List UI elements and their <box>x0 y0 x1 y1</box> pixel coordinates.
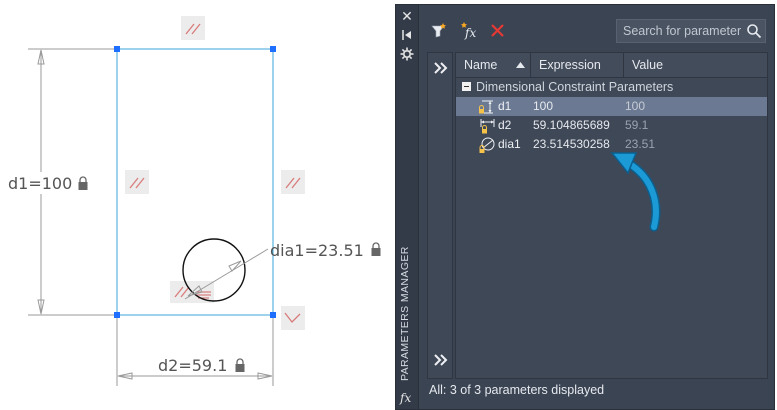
fx-icon: fx <box>400 391 412 405</box>
status-text: All: 3 of 3 parameters displayed <box>429 383 605 397</box>
new-user-parameter-icon[interactable]: fx <box>459 21 479 41</box>
sort-ascending-icon <box>516 62 525 68</box>
parallel-constraint-badge-right[interactable] <box>281 170 305 194</box>
grip-point[interactable] <box>114 46 120 52</box>
parameter-expression[interactable]: 59.104865689 <box>533 116 610 135</box>
d2-dimension-label[interactable]: d2=59.1 <box>158 356 227 375</box>
dia1-dimension-line <box>184 248 269 300</box>
palette-title: PARAMETERS MANAGER <box>399 246 411 381</box>
linear-vertical-dimension-icon <box>479 100 493 114</box>
svg-text:fx: fx <box>464 26 476 40</box>
parameter-row-dia1[interactable]: dia1 23.514530258 23.51 <box>456 135 767 154</box>
expand-filters-icon[interactable] <box>433 353 449 367</box>
parallel-constraint-badge-top[interactable] <box>181 16 205 40</box>
perpendicular-constraint-badge[interactable] <box>281 306 305 330</box>
parameters-manager-palette: ✕ PARAMETERS MANAGER fx fx Search for pa… <box>395 4 775 410</box>
pin-icon[interactable] <box>400 28 414 42</box>
parameters-grid: Name Expression Value Dimensional Constr… <box>455 52 768 379</box>
parameter-expression[interactable]: 23.514530258 <box>533 135 610 154</box>
lock-icon <box>371 242 381 256</box>
group-row-dimensional-constraints[interactable]: Dimensional Constraint Parameters <box>456 78 767 96</box>
diameter-dimension-icon <box>479 137 495 153</box>
group-label: Dimensional Constraint Parameters <box>476 80 674 94</box>
search-icon[interactable] <box>746 23 762 39</box>
grid-header: Name Expression Value <box>456 53 767 78</box>
settings-icon[interactable] <box>400 47 414 61</box>
grip-point[interactable] <box>270 312 276 318</box>
parameter-row-d1[interactable]: d1 100 100 <box>456 97 767 116</box>
parameter-name[interactable]: dia1 <box>498 135 521 154</box>
palette-title-strip[interactable]: ✕ PARAMETERS MANAGER fx <box>396 5 419 409</box>
column-header-name[interactable]: Name <box>456 53 531 77</box>
collapse-group-icon[interactable] <box>462 82 471 91</box>
parameter-value: 23.51 <box>625 137 656 151</box>
close-icon[interactable]: ✕ <box>400 9 414 23</box>
parameter-value: 59.1 <box>625 118 649 132</box>
filter-pane <box>427 52 453 379</box>
d1-dimension-label[interactable]: d1=100 <box>8 174 72 193</box>
column-header-value[interactable]: Value <box>624 53 769 77</box>
parameter-name[interactable]: d2 <box>498 116 511 135</box>
parameter-expression[interactable]: 100 <box>533 97 553 116</box>
search-input[interactable] <box>617 20 745 42</box>
column-header-expression[interactable]: Expression <box>531 53 624 77</box>
parameter-name[interactable]: d1 <box>498 97 511 116</box>
dia1-dimension-label[interactable]: dia1=23.51 <box>270 241 364 260</box>
delete-icon[interactable] <box>488 21 508 41</box>
parameter-value: 100 <box>625 99 646 113</box>
filter-icon[interactable] <box>430 21 450 41</box>
grip-point[interactable] <box>114 312 120 318</box>
grip-point[interactable] <box>270 46 276 52</box>
linear-horizontal-dimension-icon <box>480 119 495 134</box>
drawing-canvas[interactable]: d1=100 d2=59.1 dia1=23.51 <box>0 0 392 410</box>
search-box[interactable] <box>616 19 766 43</box>
parameter-row-d2[interactable]: d2 59.104865689 59.1 <box>456 116 767 135</box>
callout-arrow-icon <box>610 152 661 232</box>
parallel-constraint-badge-left[interactable] <box>125 170 149 194</box>
expand-filters-icon[interactable] <box>433 61 449 75</box>
